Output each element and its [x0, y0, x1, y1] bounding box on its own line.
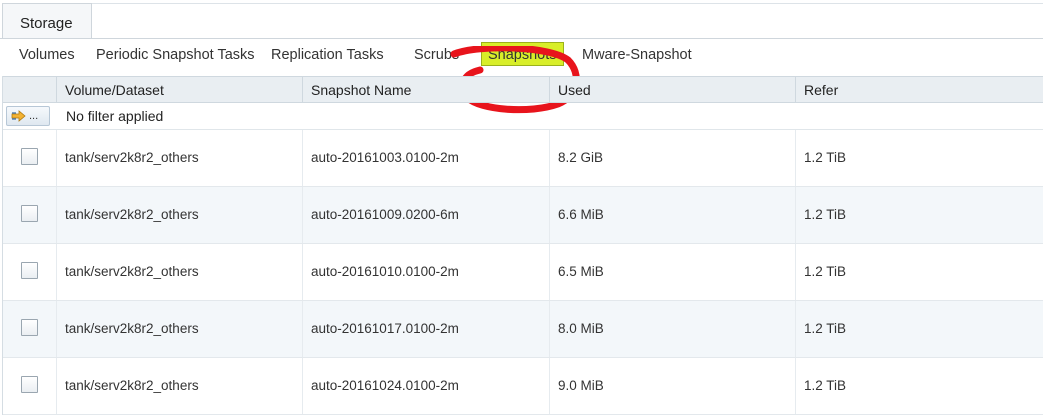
row-checkbox[interactable]: [21, 319, 38, 336]
cell-volume: tank/serv2k8r2_others: [56, 187, 302, 243]
tab-periodic-snapshot-tasks[interactable]: Periodic Snapshot Tasks: [96, 47, 255, 63]
cell-snapshot-name: auto-20161010.0100-2m: [302, 244, 549, 300]
cell-refer: 1.2 TiB: [795, 358, 1043, 414]
filter-bar: ... No filter applied: [3, 103, 1043, 130]
filter-status-text: No filter applied: [66, 108, 164, 124]
table-row[interactable]: tank/serv2k8r2_others auto-20161024.0100…: [3, 358, 1043, 415]
cell-used: 8.2 GiB: [549, 130, 795, 186]
cell-snapshot-name: auto-20161003.0100-2m: [302, 130, 549, 186]
column-header-refer[interactable]: Refer: [795, 77, 1043, 103]
top-tab-bar: Storage: [0, 0, 1043, 39]
cell-used: 9.0 MiB: [549, 358, 795, 414]
tab-vmware-snapshot[interactable]: Mware-Snapshot: [582, 47, 692, 63]
tab-bar-divider: [92, 3, 1043, 4]
tab-volumes[interactable]: Volumes: [19, 47, 75, 63]
cell-snapshot-name: auto-20161009.0200-6m: [302, 187, 549, 243]
cell-volume: tank/serv2k8r2_others: [56, 358, 302, 414]
cell-refer: 1.2 TiB: [795, 301, 1043, 357]
row-checkbox[interactable]: [21, 262, 38, 279]
cell-volume: tank/serv2k8r2_others: [56, 244, 302, 300]
snapshots-grid: Volume/Dataset Snapshot Name Used Refer …: [2, 76, 1043, 415]
filter-arrow-icon: [11, 110, 26, 122]
tab-replication-tasks[interactable]: Replication Tasks: [271, 47, 384, 63]
cell-used: 6.5 MiB: [549, 244, 795, 300]
cell-used: 6.6 MiB: [549, 187, 795, 243]
sub-tab-bar: Volumes Periodic Snapshot Tasks Replicat…: [0, 38, 1043, 114]
cell-volume: tank/serv2k8r2_others: [56, 301, 302, 357]
cell-refer: 1.2 TiB: [795, 130, 1043, 186]
table-row[interactable]: tank/serv2k8r2_others auto-20161017.0100…: [3, 301, 1043, 358]
row-checkbox[interactable]: [21, 376, 38, 393]
tab-storage[interactable]: Storage: [2, 3, 92, 38]
column-header-used[interactable]: Used: [549, 77, 795, 103]
table-row[interactable]: tank/serv2k8r2_others auto-20161009.0200…: [3, 187, 1043, 244]
cell-used: 8.0 MiB: [549, 301, 795, 357]
column-header-volume[interactable]: Volume/Dataset: [56, 77, 302, 103]
tab-snapshots[interactable]: Snapshots: [481, 42, 564, 66]
row-checkbox[interactable]: [21, 205, 38, 222]
filter-button[interactable]: ...: [6, 106, 50, 126]
table-row[interactable]: tank/serv2k8r2_others auto-20161003.0100…: [3, 130, 1043, 187]
cell-refer: 1.2 TiB: [795, 244, 1043, 300]
cell-snapshot-name: auto-20161024.0100-2m: [302, 358, 549, 414]
cell-volume: tank/serv2k8r2_others: [56, 130, 302, 186]
grid-header: Volume/Dataset Snapshot Name Used Refer: [3, 76, 1043, 103]
cell-refer: 1.2 TiB: [795, 187, 1043, 243]
column-header-snapshot-name[interactable]: Snapshot Name: [302, 77, 549, 103]
tab-scrubs[interactable]: Scrubs: [414, 47, 459, 63]
cell-snapshot-name: auto-20161017.0100-2m: [302, 301, 549, 357]
row-checkbox[interactable]: [21, 148, 38, 165]
filter-button-label: ...: [29, 110, 39, 122]
table-row[interactable]: tank/serv2k8r2_others auto-20161010.0100…: [3, 244, 1043, 301]
